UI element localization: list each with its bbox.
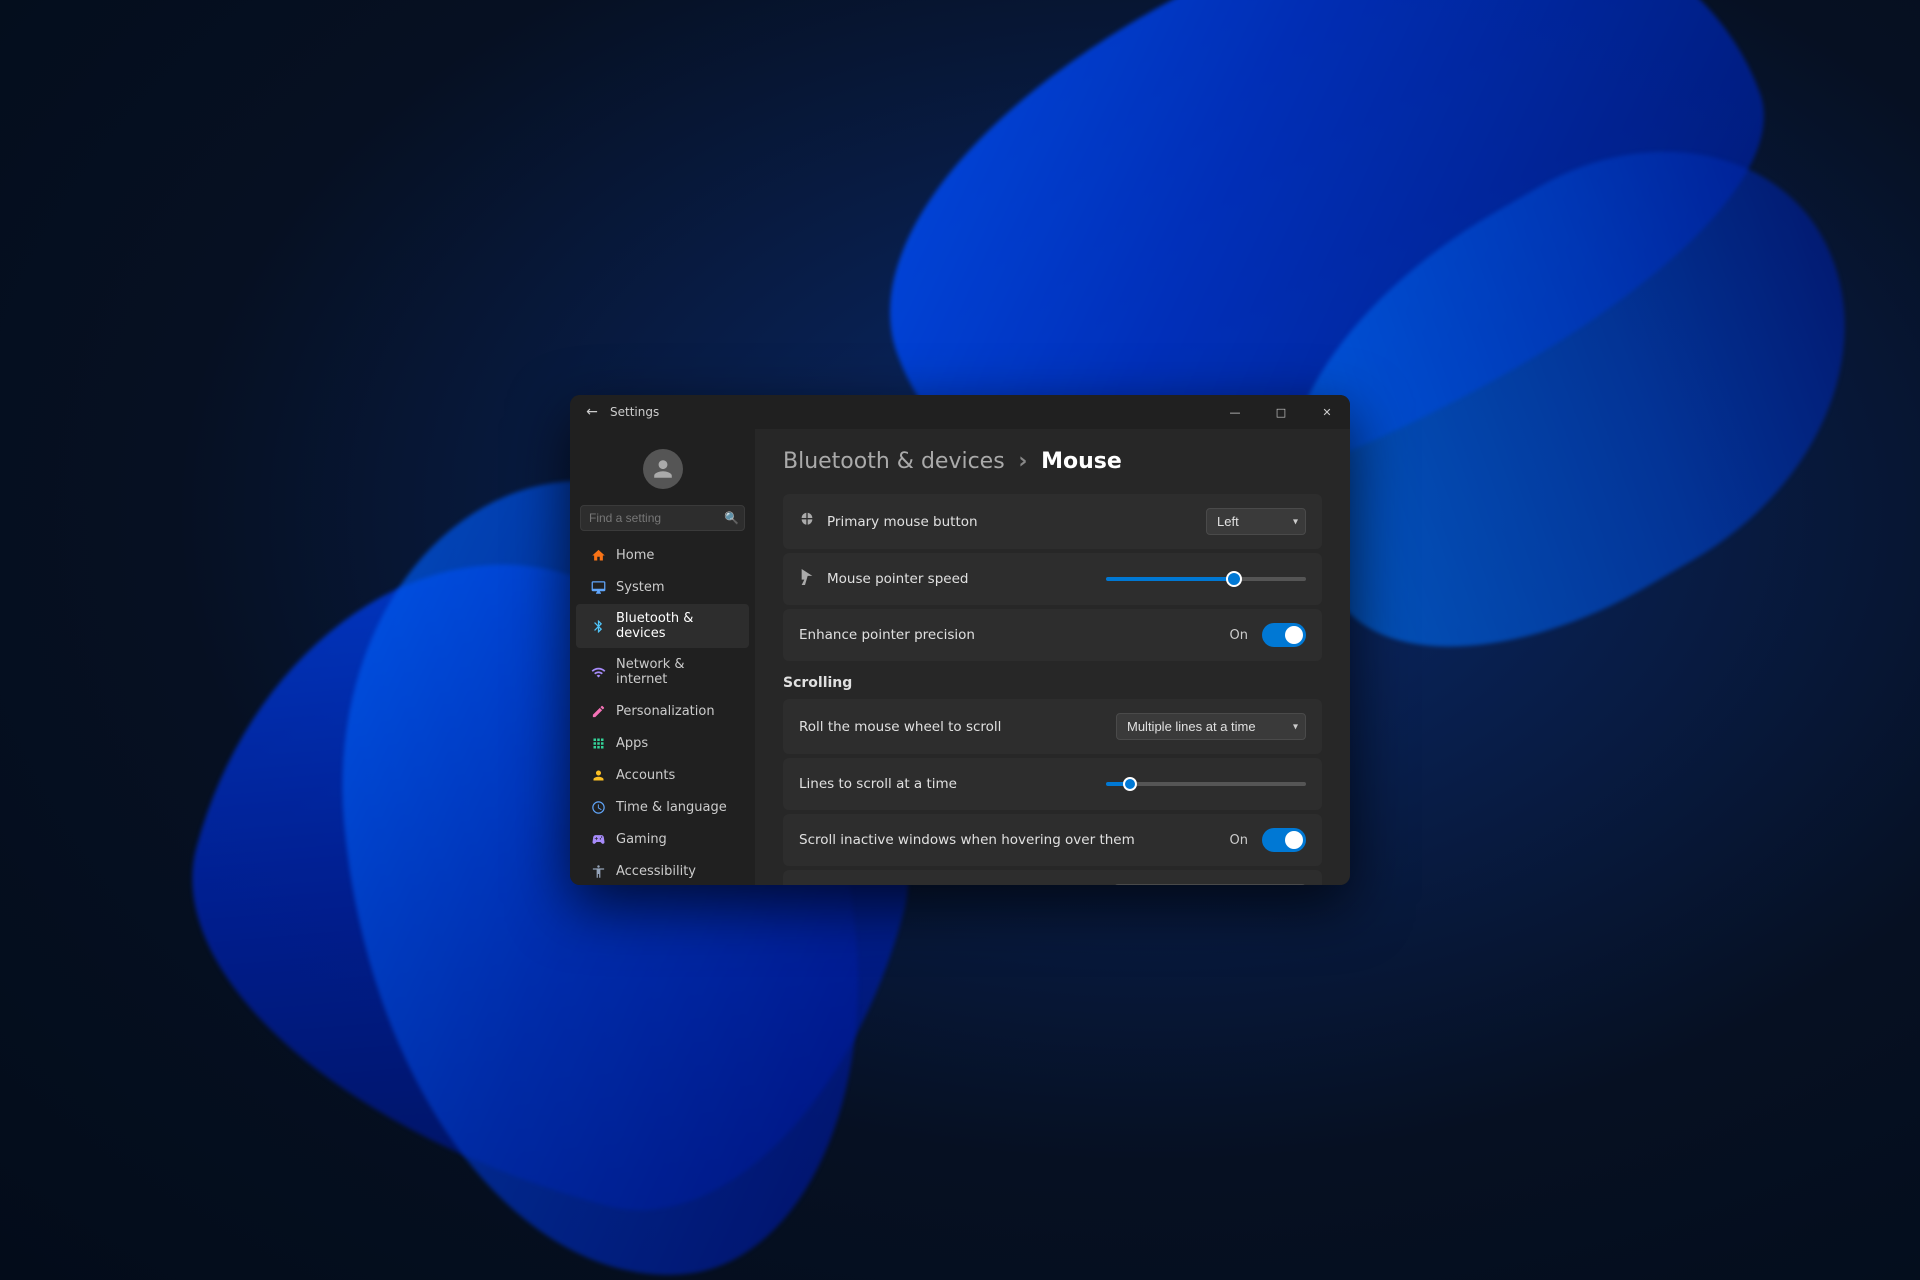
search-box[interactable]: 🔍 [580,505,745,531]
sidebar-item-apps[interactable]: Apps [576,728,749,758]
scroll-inactive-status: On [1230,833,1248,848]
enhance-precision-status: On [1230,628,1248,643]
avatar [643,449,683,489]
roll-mouse-wheel-label: Roll the mouse wheel to scroll [799,719,1116,735]
scroll-inactive-thumb [1285,831,1303,849]
pointer-speed-icon [799,569,815,589]
sidebar-item-network-label: Network & internet [616,657,735,687]
system-icon [590,579,606,595]
pointer-speed-slider[interactable] [1106,577,1306,581]
primary-mouse-button-label: Primary mouse button [827,514,1206,530]
sidebar-item-time-label: Time & language [616,800,727,815]
scrolling-section-header: Scrolling [783,675,1322,691]
mouse-pointer-speed-card: Mouse pointer speed [783,553,1322,605]
accounts-icon [590,767,606,783]
roll-mouse-wheel-dropdown-wrapper: Multiple lines at a time One screen at a… [1116,713,1306,740]
scrolling-direction-select[interactable]: Down motion scrolls down Down motion scr… [1114,884,1306,885]
primary-mouse-button-select[interactable]: Left Right [1206,508,1306,535]
breadcrumb: Bluetooth & devices › Mouse [783,449,1322,474]
sidebar-item-accounts-label: Accounts [616,768,675,783]
scrolling-direction-card: Scrolling direction Down motion scrolls … [783,870,1322,885]
accessibility-icon [590,863,606,879]
mouse-pointer-speed-label: Mouse pointer speed [827,571,1106,587]
sidebar-item-system[interactable]: System [576,572,749,602]
roll-mouse-wheel-select[interactable]: Multiple lines at a time One screen at a… [1116,713,1306,740]
enhance-precision-label: Enhance pointer precision [799,627,1230,643]
enhance-precision-toggle[interactable] [1262,623,1306,647]
primary-mouse-button-card: Primary mouse button Left Right ▾ [783,494,1322,549]
bluetooth-icon [590,618,606,634]
breadcrumb-current: Mouse [1041,449,1122,474]
enhance-precision-card: Enhance pointer precision On [783,609,1322,661]
search-input[interactable] [580,505,745,531]
lines-to-scroll-slider-wrapper [1106,782,1306,786]
scroll-inactive-toggle[interactable] [1262,828,1306,852]
minimize-button[interactable]: — [1212,395,1258,429]
sidebar-item-bluetooth[interactable]: Bluetooth & devices [576,604,749,648]
avatar-area [570,437,755,505]
scroll-inactive-label: Scroll inactive windows when hovering ov… [799,832,1230,848]
home-icon [590,547,606,563]
close-button[interactable]: ✕ [1304,395,1350,429]
settings-window: ← Settings — □ ✕ 🔍 [570,395,1350,885]
apps-icon [590,735,606,751]
sidebar-item-personalization[interactable]: Personalization [576,696,749,726]
sidebar-item-system-label: System [616,580,664,595]
sidebar: 🔍 Home System Bluetooth & devices [570,429,755,885]
enhance-precision-thumb [1285,626,1303,644]
maximize-button[interactable]: □ [1258,395,1304,429]
main-content: Bluetooth & devices › Mouse Primary mous… [755,429,1350,885]
window-controls: — □ ✕ [1212,395,1350,429]
sidebar-item-gaming-label: Gaming [616,832,667,847]
lines-to-scroll-slider[interactable] [1106,782,1306,786]
breadcrumb-separator: › [1018,449,1035,474]
roll-mouse-wheel-card: Roll the mouse wheel to scroll Multiple … [783,699,1322,754]
sidebar-item-home[interactable]: Home [576,540,749,570]
search-icon: 🔍 [724,511,739,525]
sidebar-item-apps-label: Apps [616,736,648,751]
back-button[interactable]: ← [582,402,602,422]
scroll-inactive-card: Scroll inactive windows when hovering ov… [783,814,1322,866]
pointer-speed-slider-wrapper [1106,577,1306,581]
sidebar-item-gaming[interactable]: Gaming [576,824,749,854]
enhance-precision-toggle-row: On [1230,623,1306,647]
scroll-inactive-toggle-row: On [1230,828,1306,852]
sidebar-item-network[interactable]: Network & internet [576,650,749,694]
scrolling-direction-dropdown-wrapper: Down motion scrolls down Down motion scr… [1114,884,1306,885]
window-body: 🔍 Home System Bluetooth & devices [570,429,1350,885]
breadcrumb-parent: Bluetooth & devices [783,449,1005,474]
sidebar-item-personalization-label: Personalization [616,704,715,719]
sidebar-item-home-label: Home [616,548,654,563]
time-icon [590,799,606,815]
network-icon [590,664,606,680]
title-bar: ← Settings — □ ✕ [570,395,1350,429]
sidebar-item-bluetooth-label: Bluetooth & devices [616,611,735,641]
sidebar-item-accessibility-label: Accessibility [616,864,696,879]
lines-to-scroll-label: Lines to scroll at a time [799,776,1106,792]
sidebar-item-accessibility[interactable]: Accessibility [576,856,749,885]
personalization-icon [590,703,606,719]
primary-mouse-button-dropdown-wrapper: Left Right ▾ [1206,508,1306,535]
sidebar-item-time[interactable]: Time & language [576,792,749,822]
sidebar-item-accounts[interactable]: Accounts [576,760,749,790]
lines-to-scroll-card: Lines to scroll at a time [783,758,1322,810]
gaming-icon [590,831,606,847]
mouse-button-icon [799,512,815,532]
